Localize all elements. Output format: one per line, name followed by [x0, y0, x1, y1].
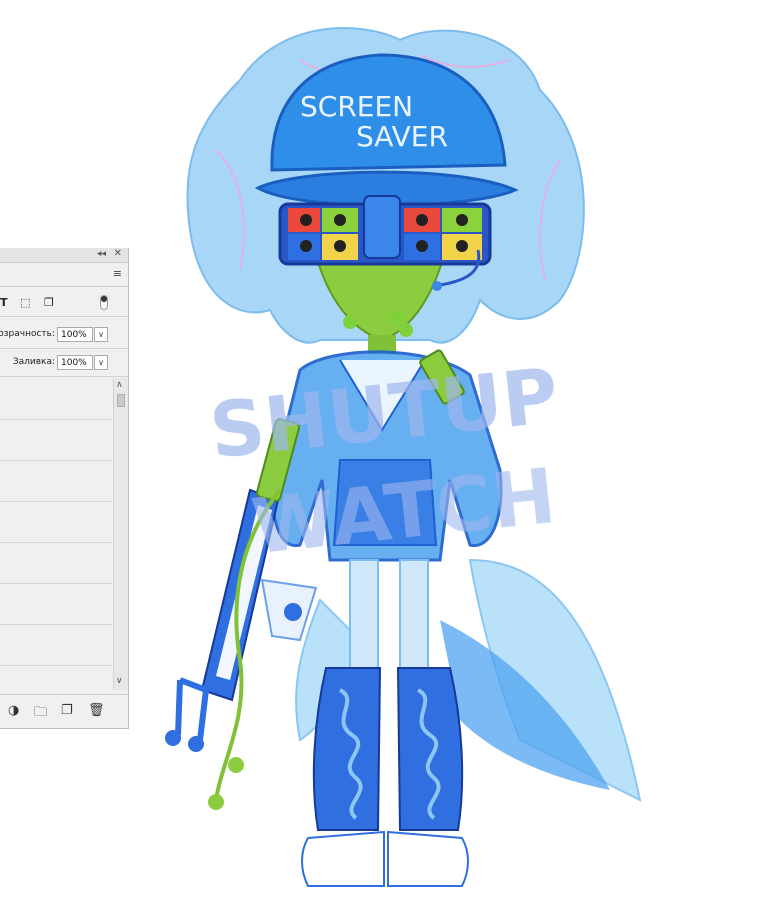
mic-tip [432, 281, 442, 291]
speaker-dot [456, 214, 468, 226]
character-artwork: SCREEN SAVER SHUTUP WATCH [165, 27, 642, 887]
sole-left [301, 830, 385, 887]
boot-left [312, 667, 382, 831]
sole-right [387, 830, 469, 887]
cap-text-line2: SAVER [356, 120, 448, 153]
goggle-bridge [363, 195, 401, 259]
speaker-dot [334, 214, 346, 226]
speaker-dot [416, 240, 428, 252]
speaker-dot [456, 240, 468, 252]
speaker-dot [334, 240, 346, 252]
clover-leaf [343, 315, 357, 329]
leg-left [349, 559, 379, 681]
clover-leaf [399, 323, 413, 337]
cup-logo [284, 603, 302, 621]
speaker-dot [300, 240, 312, 252]
cap-text-line1: SCREEN [300, 90, 413, 123]
earbud [208, 794, 224, 810]
music-note-head [165, 730, 181, 746]
music-note-head [188, 736, 204, 752]
earbud [228, 757, 244, 773]
speaker-dot [300, 214, 312, 226]
music-note-icon [175, 677, 210, 741]
speaker-dot [416, 214, 428, 226]
leg-right [399, 559, 429, 681]
